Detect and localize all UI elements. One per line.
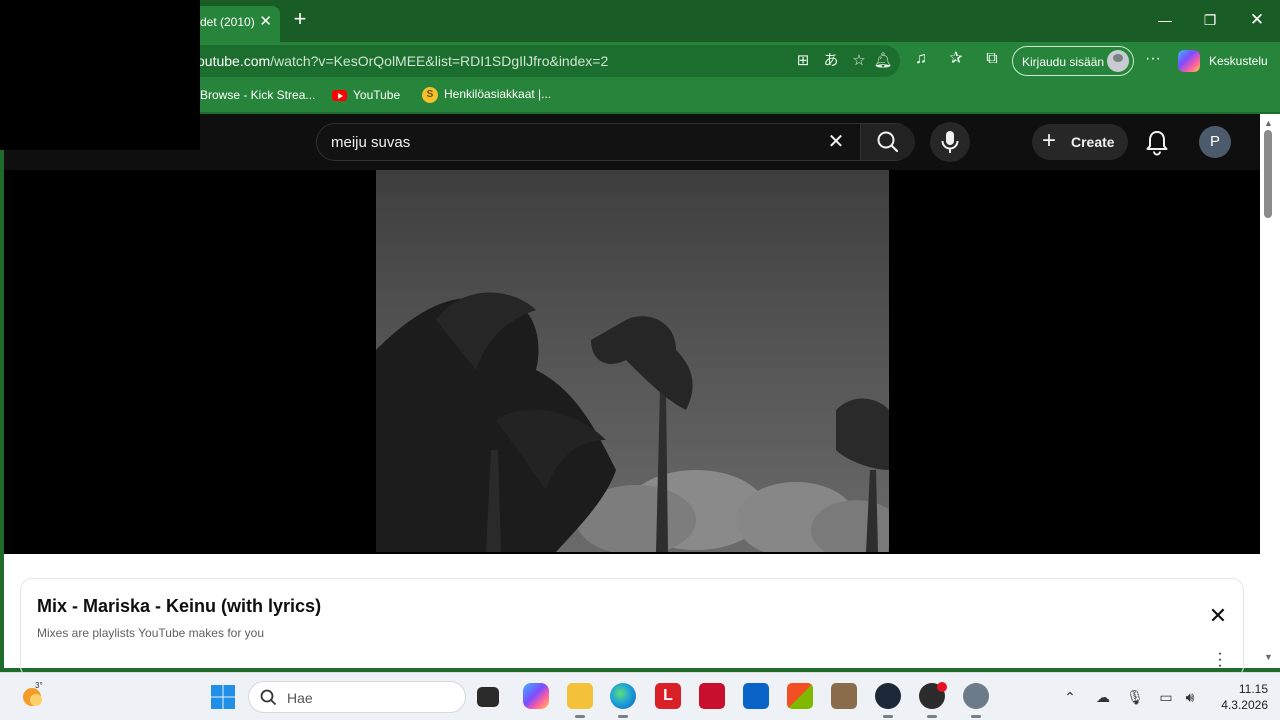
scroll-up-icon[interactable]: ▲ [1264,118,1273,128]
minimize-button[interactable]: — [1150,8,1180,32]
tab-close-icon[interactable]: ✕ [259,12,272,30]
mcafee-icon[interactable] [699,683,725,709]
system-clock[interactable]: 11.15 4.3.2026 [1206,681,1268,713]
bookmark-youtube[interactable]: YouTube [332,88,400,102]
video-frame-image [376,170,889,552]
taskbar-search-placeholder: Hae [287,690,313,706]
taskbar-search[interactable]: Hae [248,681,466,713]
youtube-icon [332,90,347,102]
settings-gear-icon[interactable] [963,683,989,718]
notification-bell-icon[interactable]: 🔔︎ [873,51,893,71]
weather-widget[interactable]: 3° [20,681,46,709]
microphone-tray-icon[interactable]: 🎙︎ [1125,687,1145,707]
screen: det (2010) ✕ + — ❐ ✕ youtube.com/watch?v… [0,0,1280,720]
voice-search-button[interactable] [930,122,970,162]
search-button[interactable] [860,124,915,160]
more-menu-icon[interactable]: ··· [1142,48,1164,70]
playlist-subtitle: Mixes are playlists YouTube makes for yo… [37,626,264,640]
notification-badge [937,682,947,692]
game-app-icon[interactable] [831,683,857,709]
search-input[interactable]: meiju suvas [331,134,410,151]
bookmark-henkiloasiakkaat[interactable]: S Henkilöasiakkaat |... [422,87,551,103]
media-control-icon[interactable]: ♫ [910,48,932,70]
more-options-icon[interactable]: · · · [1216,646,1224,674]
bookmark-label: Browse - Kick Strea... [200,88,316,102]
copilot-button[interactable]: Keskustelu [1178,50,1270,72]
clear-search-icon[interactable]: ✕ [825,131,847,153]
url-text: youtube.com/watch?v=KesOrQolMEE&list=RDI… [190,53,608,69]
video-frame[interactable] [376,170,889,552]
task-view-icon[interactable] [477,687,499,707]
steam-icon[interactable] [875,683,901,718]
translate-icon[interactable]: あ [821,51,841,71]
windows-logo-icon [211,685,235,709]
collections-icon[interactable]: ⧉ [981,48,1003,70]
search-icon [877,131,899,153]
url-path: /watch?v=KesOrQolMEE&list=RDI1SDgIlJfro&… [270,53,609,69]
tab-title: det (2010) [200,15,255,29]
youtube-page: meiju suvas ✕ + Create P Mix - Mariska -… [4,114,1260,678]
clock-date: 4.3.2026 [1221,698,1268,712]
weather-temp: 3° [35,681,43,690]
close-playlist-icon[interactable]: ✕ [1206,604,1230,628]
bookmark-label: Henkilöasiakkaat |... [444,87,552,102]
signin-button[interactable]: Kirjaudu sisään [1012,46,1134,76]
app-available-icon[interactable]: ⊞ [793,51,813,71]
file-explorer-icon[interactable] [567,683,593,718]
search-icon [260,689,277,706]
url-host: youtube.com [190,53,271,69]
create-label: Create [1071,134,1115,150]
black-overlay [0,0,200,150]
mix-playlist-card: Mix - Mariska - Keinu (with lyrics) Mixe… [20,578,1244,678]
copilot-label: Keskustelu [1209,54,1268,68]
restore-button[interactable]: ❐ [1195,8,1225,32]
notifications-button[interactable] [1144,128,1170,156]
plus-icon: + [1042,127,1057,154]
lsa-app-icon[interactable]: L [655,683,681,709]
search-box[interactable]: meiju suvas ✕ [316,123,915,161]
volume-icon[interactable]: 🔊︎ [1180,687,1200,707]
close-window-button[interactable]: ✕ [1242,8,1272,32]
onedrive-cloud-icon[interactable]: ☁ [1093,687,1113,707]
copilot-app-icon[interactable] [523,683,549,709]
playlist-panel: Mix - Mariska - Keinu (with lyrics) Mixe… [4,554,1260,678]
scroll-down-icon[interactable]: ▼ [1264,652,1273,662]
show-hidden-icons-chevron-up-icon[interactable]: ⌃ [1060,687,1080,707]
edge-browser-icon[interactable] [610,683,636,718]
create-button[interactable]: + Create [1032,124,1128,160]
account-avatar[interactable]: P [1199,126,1231,158]
network-icon[interactable]: ▭ [1156,687,1176,707]
profile-icon [1107,50,1129,72]
video-player[interactable] [4,170,1260,554]
copilot-icon [1178,50,1200,72]
bookmark-kick[interactable]: Browse - Kick Strea... [200,88,315,102]
microsoft-store-icon[interactable] [787,683,813,709]
new-tab-button[interactable]: + [288,8,312,32]
clock-time: 11.15 [1238,682,1268,696]
favorites-icon[interactable]: ✰ [945,48,967,70]
address-bar[interactable]: youtube.com/watch?v=KesOrQolMEE&list=RDI… [150,45,900,77]
start-button[interactable] [210,684,236,710]
playlist-title[interactable]: Mix - Mariska - Keinu (with lyrics) [37,596,321,617]
microphone-icon [941,131,959,153]
favorite-star-icon[interactable]: ☆ [849,51,869,71]
bookmark-label: YouTube [353,88,401,102]
windows-taskbar: 3° Hae L ⌃ ☁ 🎙︎ ▭ 🔊︎ 11.15 4.3.2026 [0,672,1280,720]
page-scrollbar[interactable]: ▲ ▼ [1260,114,1280,668]
outlook-icon[interactable] [743,683,769,709]
bank-icon: S [422,87,438,103]
scroll-thumb[interactable] [1264,130,1272,218]
bell-icon [1146,131,1168,156]
signin-label: Kirjaudu sisään [1022,55,1105,69]
